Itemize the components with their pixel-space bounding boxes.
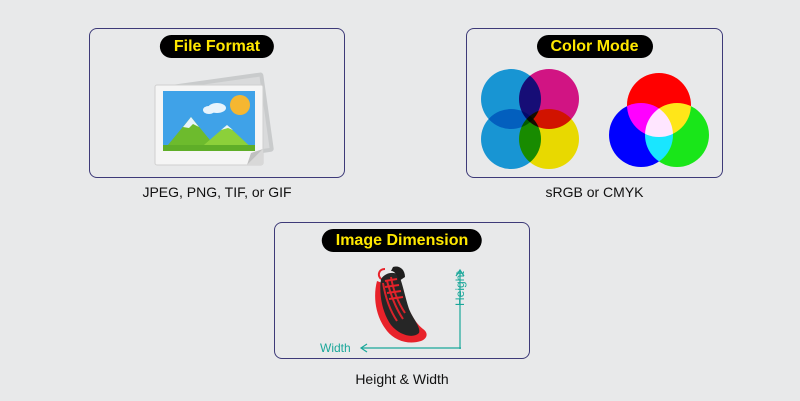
file-format-title: File Format bbox=[159, 35, 275, 58]
color-mode-card: Color Mode bbox=[466, 28, 723, 178]
cmyk-circles-icon bbox=[481, 69, 579, 169]
image-dimension-title: Image Dimension bbox=[321, 229, 483, 252]
color-mode-caption: sRGB or CMYK bbox=[545, 184, 644, 200]
color-mode-title: Color Mode bbox=[536, 35, 653, 58]
width-arrow bbox=[359, 343, 461, 353]
rgb-circles-icon bbox=[609, 73, 709, 167]
image-dimension-card: Image Dimension Height Width bbox=[274, 222, 530, 359]
file-format-card: File Format bbox=[89, 28, 345, 178]
image-dimension-caption: Height & Width bbox=[355, 371, 449, 387]
height-label: Height bbox=[453, 271, 467, 306]
image-file-icon bbox=[154, 72, 274, 166]
sneaker-image bbox=[375, 266, 427, 343]
width-label: Width bbox=[320, 341, 351, 355]
file-format-caption: JPEG, PNG, TIF, or GIF bbox=[142, 184, 292, 200]
